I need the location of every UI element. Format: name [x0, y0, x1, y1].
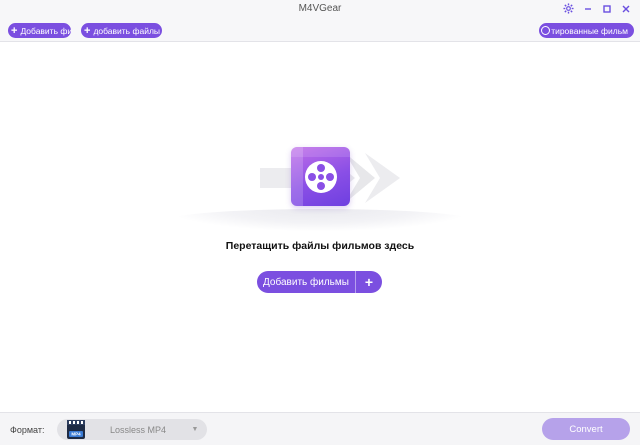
- floor-shadow: [170, 209, 470, 231]
- hero-illustration: [170, 143, 470, 233]
- format-value: Lossless MP4: [109, 424, 167, 435]
- format-label: Формат:: [10, 425, 45, 435]
- title-bar: M4VGear: [0, 0, 640, 19]
- convert-button[interactable]: Convert: [542, 418, 630, 440]
- add-movies-label: Добавить фильмы: [263, 276, 349, 288]
- maximize-icon[interactable]: [600, 2, 613, 15]
- close-icon[interactable]: [619, 2, 632, 15]
- add-movies-button[interactable]: Добавить фильмы +: [257, 271, 382, 293]
- add-video-label: Добавить фи: [20, 25, 71, 36]
- film-stripe: [291, 147, 350, 157]
- app-title: M4VGear: [298, 3, 342, 14]
- film-icon: [291, 147, 350, 206]
- plus-icon: +: [84, 24, 91, 37]
- mp4-icon: MP4: [67, 420, 85, 439]
- add-video-button[interactable]: + Добавить фи: [8, 23, 71, 38]
- minimize-icon[interactable]: [581, 2, 594, 15]
- gear-icon[interactable]: [562, 2, 575, 15]
- format-select[interactable]: MP4 Lossless MP4 ▼: [57, 419, 207, 440]
- add-files-button[interactable]: + добавить файлы: [81, 23, 162, 38]
- chevron-down-icon: ▼: [191, 426, 199, 433]
- plus-icon: +: [11, 24, 18, 37]
- add-files-label: добавить файлы: [93, 25, 161, 36]
- plus-icon[interactable]: +: [356, 274, 382, 290]
- toolbar: + Добавить фи + добавить файлы онвертиро…: [0, 19, 640, 42]
- history-icon: [541, 26, 550, 35]
- film-reel-icon: [305, 161, 337, 193]
- window-controls: [562, 2, 632, 15]
- converted-label: онвертированные фильм: [551, 25, 628, 36]
- mp4-badge: MP4: [71, 432, 81, 437]
- drop-instruction: Перетащить файлы фильмов здесь: [225, 240, 415, 252]
- bottom-bar: Формат: MP4 Lossless MP4 ▼ Convert: [0, 412, 640, 445]
- drop-area[interactable]: Перетащить файлы фильмов здесь Добавить …: [0, 43, 640, 412]
- converted-button[interactable]: онвертированные фильм: [539, 23, 634, 38]
